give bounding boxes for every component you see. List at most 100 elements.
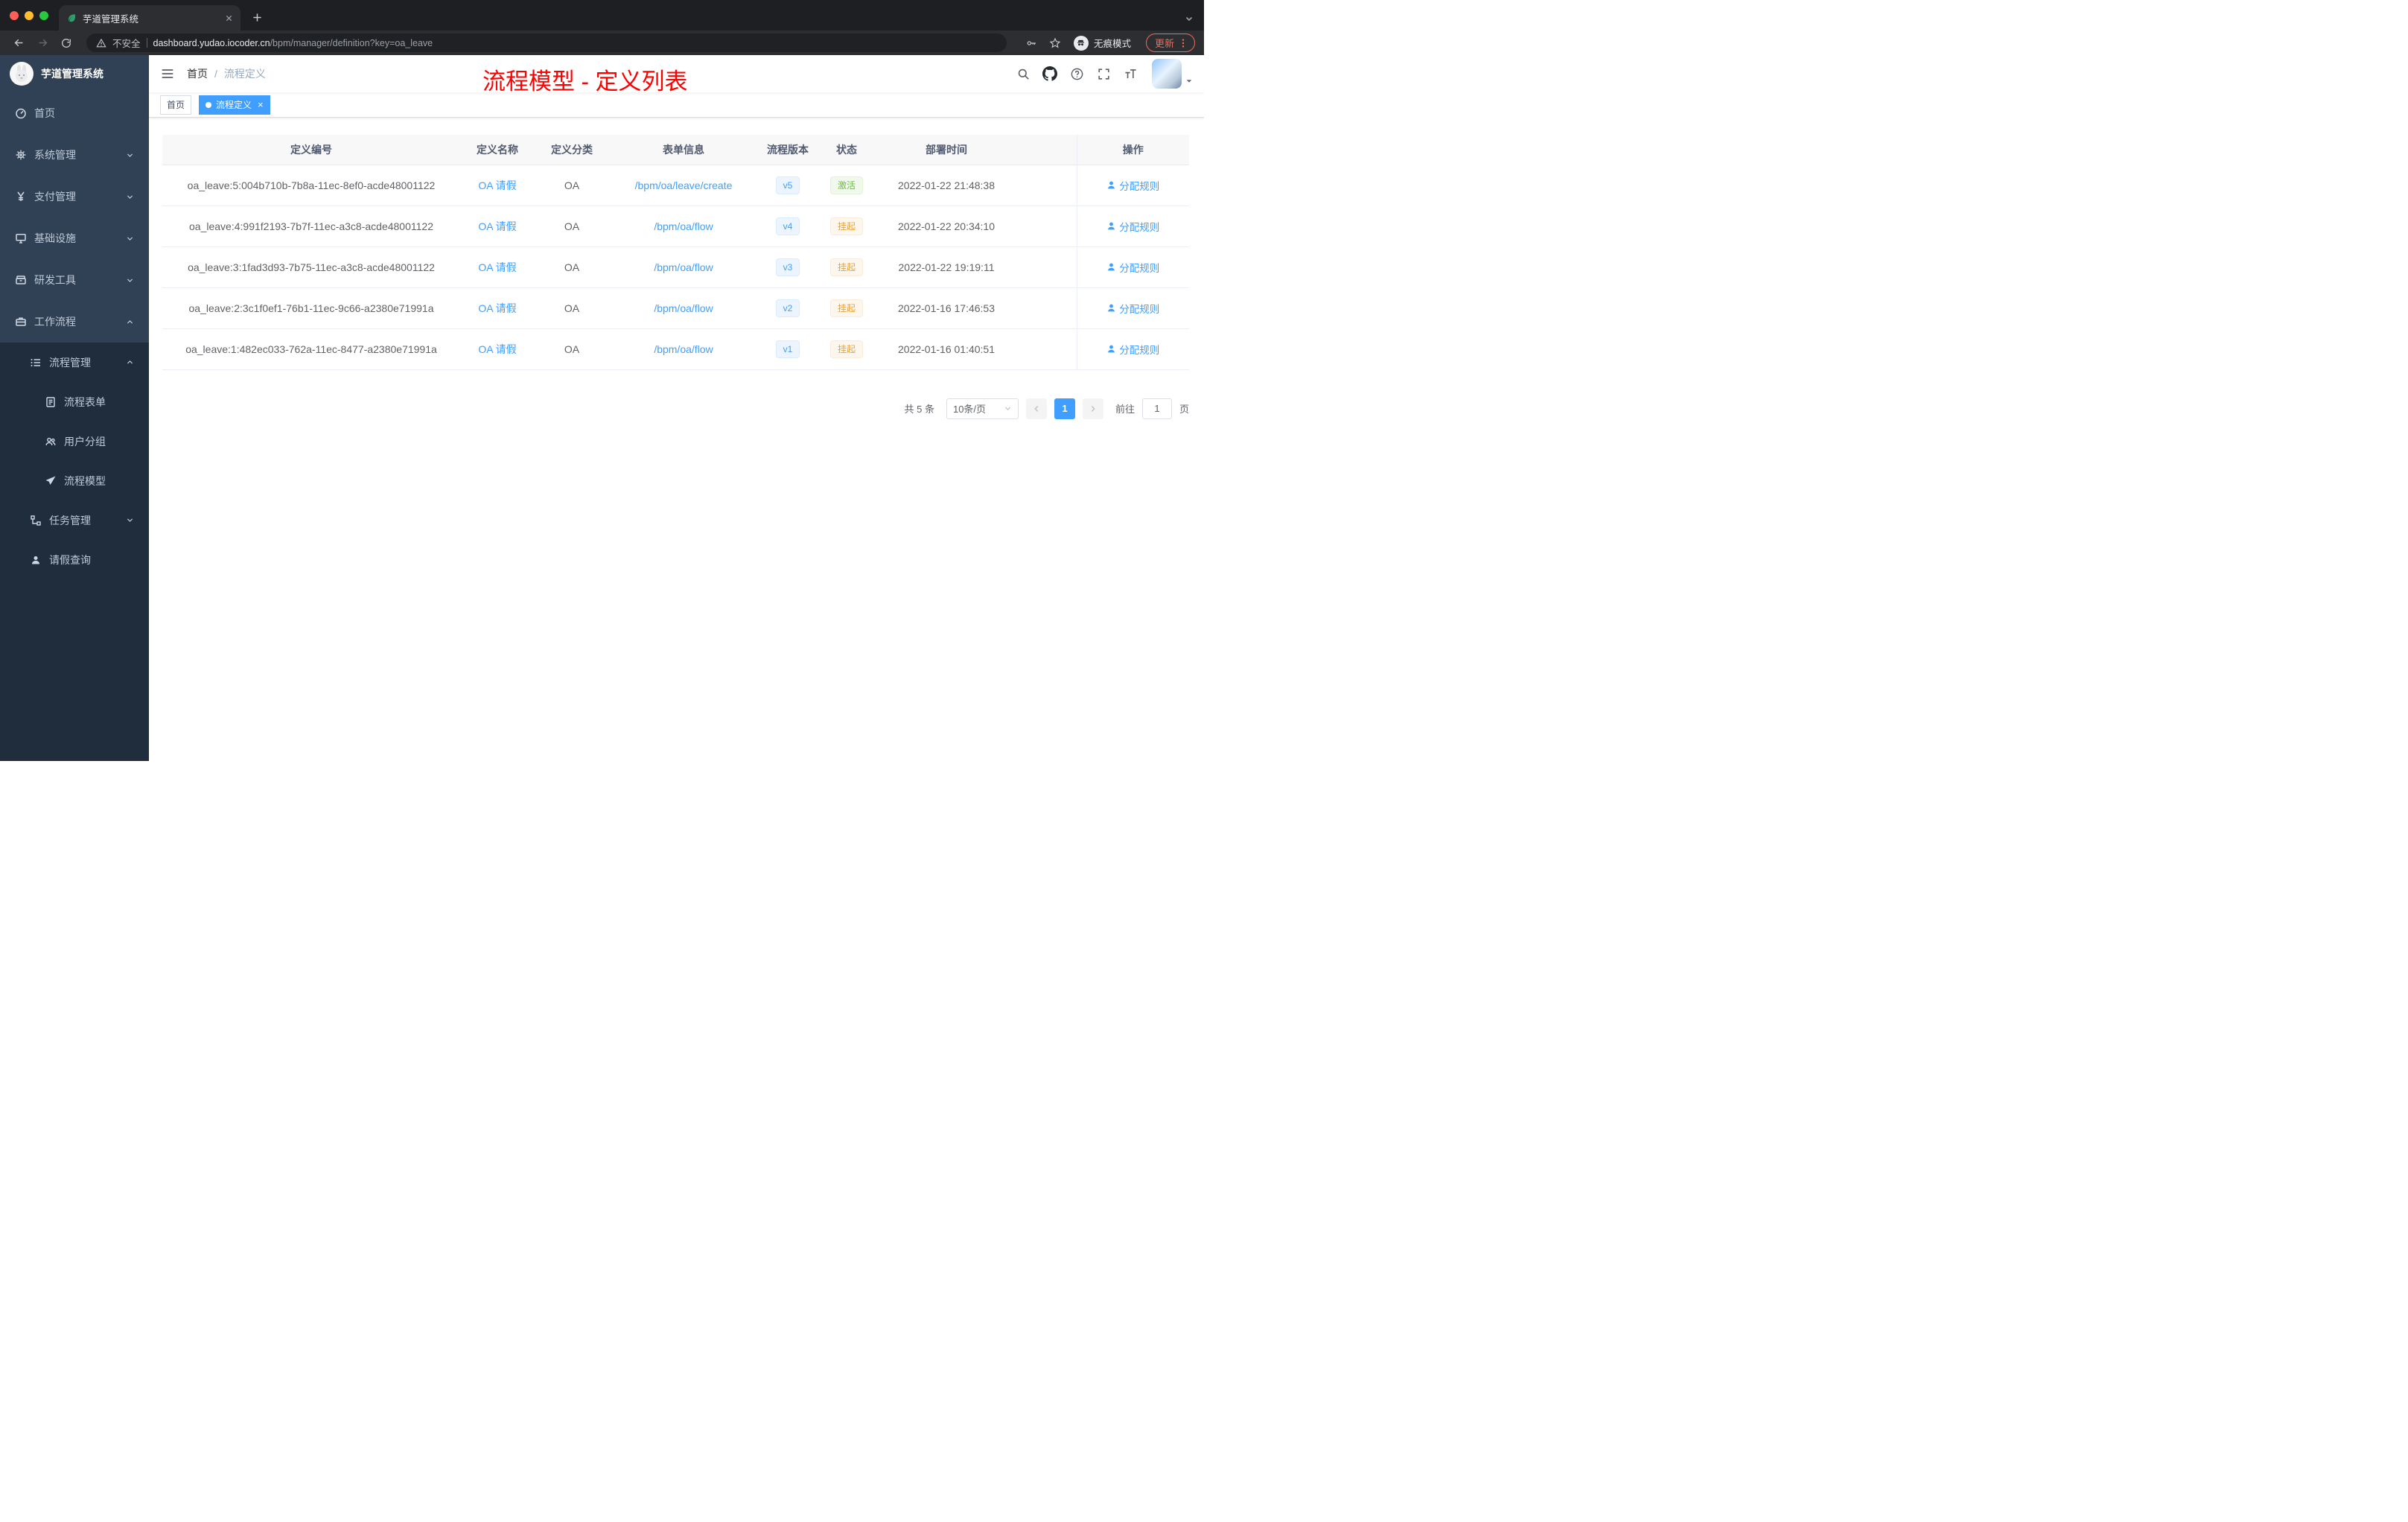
browser-tab[interactable]: 芋道管理系统 [59,5,241,31]
assign-rule-link[interactable]: 分配规则 [1106,178,1159,193]
column-header-deploy-time: 部署时间 [876,135,1017,165]
sidebar-item-process-management[interactable]: 流程管理 [0,343,149,382]
form-info-link[interactable]: /bpm/oa/leave/create [635,179,733,191]
back-button[interactable] [9,34,28,53]
page-number-button[interactable]: 1 [1054,398,1075,419]
sidebar-item-dev-tools[interactable]: 研发工具 [0,259,149,301]
definition-name-link[interactable]: OA 请假 [478,343,516,355]
form-info-link[interactable]: /bpm/oa/flow [654,302,713,314]
column-header-actions: 操作 [1076,135,1189,165]
tab-search-caret-icon[interactable] [1185,14,1194,23]
assign-rule-label: 分配规则 [1119,262,1160,274]
status-badge: 挂起 [829,299,863,317]
definition-name-link[interactable]: OA 请假 [478,261,516,273]
filler-cell [1017,206,1077,247]
send-icon [45,475,57,487]
sidebar-item-label: 流程模型 [64,474,106,487]
form-info-link[interactable]: /bpm/oa/flow [654,261,713,273]
definition-id: oa_leave:5:004b710b-7b8a-11ec-8ef0-acde4… [162,165,460,206]
definition-name-link[interactable]: OA 请假 [478,302,516,314]
sidebar-item-infrastructure[interactable]: 基础设施 [0,217,149,259]
table-row: oa_leave:4:991f2193-7b7f-11ec-a3c8-acde4… [162,206,1189,247]
form-info-link[interactable]: /bpm/oa/flow [654,220,713,232]
prev-page-button[interactable] [1025,398,1047,419]
form-info-link[interactable]: /bpm/oa/flow [654,343,713,355]
page-goto-input[interactable] [1141,398,1172,419]
navbar: 首页 / 流程定义 [149,55,1204,92]
next-page-button[interactable] [1082,398,1103,419]
sidebar-item-system[interactable]: 系统管理 [0,134,149,176]
font-size-icon[interactable] [1122,66,1138,82]
deploy-time: 2022-01-22 21:48:38 [876,165,1017,206]
tag-close-icon[interactable]: × [258,100,264,109]
tab-favicon-icon [66,13,77,23]
tab-title: 芋道管理系统 [83,13,139,25]
users-icon [45,436,57,448]
reload-button[interactable] [57,34,76,53]
question-icon[interactable] [1068,66,1085,82]
forward-button[interactable] [33,34,52,53]
filler-cell [1017,287,1077,329]
sidebar-item-leave-query[interactable]: 请假查询 [0,540,149,579]
new-tab-button[interactable] [246,7,267,28]
minimize-window-button[interactable] [25,11,34,20]
sidebar-item-task-management[interactable]: 任务管理 [0,500,149,540]
search-icon[interactable] [1015,66,1031,82]
github-icon[interactable] [1042,66,1058,82]
user-menu[interactable] [1152,59,1193,89]
assign-rule-link[interactable]: 分配规则 [1106,342,1159,357]
column-header-status: 状态 [818,135,876,165]
app-frame: 芋道管理系统 首页 系统管理 支付管理 基础设施 研发工具 工作流程 流程管理 … [0,55,1204,761]
sidebar-item-process-form[interactable]: 流程表单 [0,382,149,421]
filler-cell [1017,246,1077,288]
bookmark-star-icon[interactable] [1045,34,1065,53]
user-icon [30,554,42,566]
tag-home[interactable]: 首页 [160,95,192,115]
user-icon [1108,304,1115,312]
assign-rule-link[interactable]: 分配规则 [1106,301,1159,316]
sidebar-item-user-group[interactable]: 用户分组 [0,421,149,461]
breadcrumb-home[interactable]: 首页 [187,66,208,81]
sidebar-top: 芋道管理系统 首页 系统管理 支付管理 基础设施 研发工具 工作流程 [0,55,149,343]
hamburger-icon[interactable] [160,66,175,81]
address-bar[interactable]: 不安全 dashboard.yudao.iocoder.cn/bpm/manag… [86,34,1007,52]
sidebar-item-payment[interactable]: 支付管理 [0,176,149,217]
password-key-icon[interactable] [1022,34,1041,53]
zoom-window-button[interactable] [39,11,48,20]
table-row: oa_leave:5:004b710b-7b8a-11ec-8ef0-acde4… [162,165,1189,206]
sidebar-item-home[interactable]: 首页 [0,92,149,134]
pagination: 共 5 条 10条/页 1 前往 页 [162,398,1189,419]
sidebar-submenu: 流程管理 流程表单 用户分组 流程模型 任务管理 请假查询 [0,343,149,579]
goto-label: 前往 [1115,404,1135,415]
chevron-down-icon [126,151,134,159]
sidebar-item-process-model[interactable]: 流程模型 [0,461,149,500]
definition-name-link[interactable]: OA 请假 [478,220,516,232]
tags-view: 首页 流程定义 × [149,92,1204,118]
avatar[interactable] [1152,59,1182,89]
close-window-button[interactable] [10,11,19,20]
chevron-down-icon [126,235,134,243]
incognito-badge[interactable]: 无痕模式 [1073,35,1131,51]
sidebar-item-workflow[interactable]: 工作流程 [0,301,149,343]
definition-category: OA [535,328,609,370]
sidebar-item-label: 系统管理 [34,149,76,161]
assign-rule-link[interactable]: 分配规则 [1106,219,1159,234]
browser-toolbar: 不安全 dashboard.yudao.iocoder.cn/bpm/manag… [0,31,1204,55]
tag-process-definition[interactable]: 流程定义 × [199,95,270,115]
breadcrumb-separator: / [214,68,217,80]
url-path: /bpm/manager/definition?key=oa_leave [270,37,433,48]
fullscreen-icon[interactable] [1095,66,1112,82]
sidebar-item-label: 基础设施 [34,232,76,244]
version-badge: v1 [775,340,800,358]
page-size-select[interactable]: 10条/页 [946,398,1019,419]
monitor-icon [15,232,27,244]
definition-name-link[interactable]: OA 请假 [478,179,516,191]
breadcrumb-current: 流程定义 [223,68,266,80]
assign-rule-link[interactable]: 分配规则 [1106,260,1159,275]
dashboard-icon [15,107,27,119]
user-icon [1108,345,1115,353]
tab-close-icon[interactable] [225,14,233,22]
form-icon [45,396,57,408]
update-button[interactable]: 更新 [1145,34,1195,52]
app-title: 芋道管理系统 [41,68,103,80]
